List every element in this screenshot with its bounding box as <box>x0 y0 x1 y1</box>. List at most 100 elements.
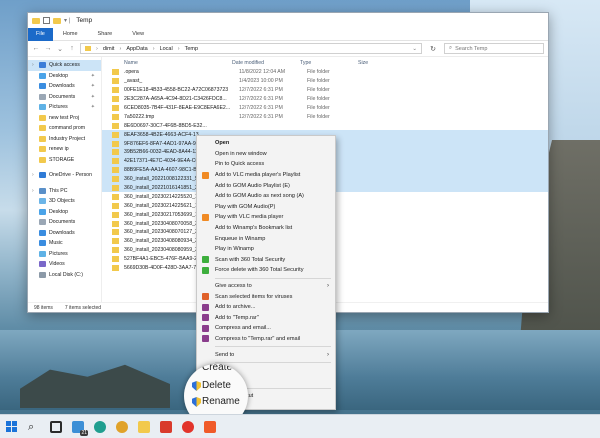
chevron-right-icon[interactable]: › <box>32 62 36 68</box>
folder-icon <box>112 113 119 120</box>
file-type: File folder <box>307 78 330 85</box>
chrome-icon[interactable] <box>116 420 128 433</box>
menu-item-open[interactable]: Open <box>197 138 335 149</box>
nav-item[interactable]: Pictures ✦ <box>28 102 101 113</box>
menu-item-enqueue-in-winamp[interactable]: Enqueue in Winamp <box>197 233 335 244</box>
table-row[interactable]: .opera 11/8/2022 12:04 AM File folder <box>102 68 548 77</box>
winrar-icon <box>202 324 209 332</box>
back-icon[interactable]: ← <box>32 45 40 52</box>
nav-item[interactable]: new test Proj <box>28 113 101 124</box>
table-row[interactable]: 00FE1E18-4B33-4558-BC22-A72C06873723 12/7… <box>102 86 548 95</box>
column-date-modified[interactable]: Date modified <box>232 60 300 66</box>
nav-item[interactable]: Pictures <box>28 249 101 260</box>
title-bar[interactable]: ▾ | Temp <box>28 13 548 28</box>
taskbar-app-icon[interactable] <box>160 420 172 433</box>
folder-icon <box>112 202 119 209</box>
menu-item-open-in-new-window[interactable]: Open in new window <box>197 149 335 160</box>
magnified-create: Create <box>202 364 233 373</box>
disk-icon <box>39 271 46 278</box>
table-row[interactable]: _avast_ 1/4/2023 10:00 PM File folder <box>102 77 548 86</box>
menu-item-add-to-winamp-s-bookmark-list[interactable]: Add to Winamp's Bookmark list <box>197 223 335 234</box>
table-row[interactable]: 8E6D0697-30C7-4F6B-8BD5-E32... <box>102 121 548 130</box>
nav-item[interactable]: › This PC <box>28 186 101 197</box>
column-type[interactable]: Type <box>300 60 358 66</box>
nav-item[interactable]: Documents ✦ <box>28 92 101 103</box>
menu-item-force-delete-with-360-total-security[interactable]: Force delete with 360 Total Security <box>197 265 335 276</box>
checkbox-icon[interactable] <box>43 17 50 24</box>
up-icon[interactable]: ↑ <box>68 45 76 52</box>
menu-item-play-with-vlc-media-player[interactable]: Play with VLC media player <box>197 212 335 223</box>
breadcrumb-dimit[interactable]: dimit <box>103 46 115 52</box>
search-icon[interactable]: ⌕ <box>28 421 40 433</box>
table-row[interactable]: 2E3C287A-A65A-4C94-8D21-C3426FDC8... 12/7… <box>102 95 548 104</box>
menu-item-add-to-temp-rar[interactable]: Add to "Temp.rar" <box>197 313 335 324</box>
folder-icon <box>112 220 119 227</box>
qat-dropdown-icon[interactable]: ▾ | <box>64 17 70 24</box>
tab-home[interactable]: Home <box>53 28 88 41</box>
widgets-icon[interactable]: 21 <box>72 420 88 436</box>
opera-icon[interactable] <box>182 420 194 433</box>
table-row[interactable]: 7a50222.tmp 12/7/2022 6:31 PM File folder <box>102 112 548 121</box>
nav-item[interactable]: › OneDrive - Person <box>28 170 101 181</box>
menu-item-scan-with-360-total-security[interactable]: Scan with 360 Total Security <box>197 255 335 266</box>
menu-item-send-to[interactable]: Send to › <box>197 349 335 360</box>
nav-item[interactable]: Downloads ✦ <box>28 81 101 92</box>
menu-item-add-to-gom-audio-as-next-song-a[interactable]: Add to GOM Audio as next song (A) <box>197 191 335 202</box>
refresh-icon[interactable]: ↻ <box>426 45 440 53</box>
nav-item[interactable]: Documents <box>28 217 101 228</box>
tab-share[interactable]: Share <box>88 28 123 41</box>
task-view-icon[interactable] <box>50 420 62 433</box>
nav-item[interactable]: Desktop <box>28 207 101 218</box>
nav-item[interactable]: Desktop ✦ <box>28 71 101 82</box>
nav-item[interactable]: Videos <box>28 259 101 270</box>
chevron-right-icon[interactable]: › <box>32 172 36 178</box>
menu-item-add-to-archive[interactable]: Add to archive... <box>197 302 335 313</box>
tab-file[interactable]: File <box>28 27 53 41</box>
nav-item[interactable]: 3D Objects <box>28 196 101 207</box>
nav-item[interactable]: command prom <box>28 123 101 134</box>
breadcrumb-temp[interactable]: Temp <box>185 46 198 52</box>
search-box[interactable]: ⌕ <box>444 43 544 54</box>
cloud-icon <box>39 172 46 179</box>
column-name[interactable]: Name <box>112 60 232 66</box>
chevron-right-icon[interactable]: › <box>32 188 36 194</box>
menu-item-label: Enqueue in Winamp <box>215 235 266 242</box>
menu-item-play-with-gom-audio-p[interactable]: Play with GOM Audio(P) <box>197 202 335 213</box>
nav-item[interactable]: › Quick access <box>28 60 101 71</box>
menu-separator <box>215 361 331 363</box>
nav-item[interactable]: Music <box>28 238 101 249</box>
table-row[interactable]: 6CED8035-7B4F-431F-8EAE-E9C8EFA6E2... 12/… <box>102 104 548 113</box>
nav-item[interactable]: STORAGE <box>28 155 101 166</box>
brave-icon[interactable] <box>204 420 216 433</box>
forward-icon[interactable]: → <box>44 45 52 52</box>
address-bar[interactable]: › dimit › AppData › Local › Temp ⌄ <box>80 43 422 54</box>
edge-icon[interactable] <box>94 420 106 433</box>
menu-item-label: Play with GOM Audio(P) <box>215 203 276 210</box>
menu-item-add-to-gom-audio-playlist-e[interactable]: Add to GOM Audio Playlist (E) <box>197 180 335 191</box>
nav-item[interactable]: Downloads <box>28 228 101 239</box>
menu-item-scan-selected-items-for-viruses[interactable]: Scan selected items for viruses <box>197 291 335 302</box>
nav-item-label: Videos <box>49 261 65 268</box>
breadcrumb-appdata[interactable]: AppData <box>126 46 147 52</box>
menu-item-compress-and-email[interactable]: Compress and email... <box>197 323 335 334</box>
address-dropdown-icon[interactable]: ⌄ <box>412 46 417 52</box>
magnified-delete[interactable]: Delete <box>202 380 231 391</box>
search-input[interactable] <box>455 45 536 52</box>
nav-item[interactable]: renew ip <box>28 144 101 155</box>
menu-item-play-in-winamp[interactable]: Play in Winamp <box>197 244 335 255</box>
menu-item-pin-to-quick-access[interactable]: Pin to Quick access <box>197 159 335 170</box>
nav-item[interactable]: Local Disk (C:) <box>28 270 101 281</box>
tab-view[interactable]: View <box>122 28 154 41</box>
start-icon[interactable] <box>6 420 18 433</box>
magnified-rename[interactable]: Rename <box>202 396 240 407</box>
recent-dropdown-icon[interactable]: ⌄ <box>56 45 64 53</box>
menu-item-compress-to-temp-rar-and-email[interactable]: Compress to "Temp.rar" and email <box>197 334 335 345</box>
breadcrumb-local[interactable]: Local <box>160 46 173 52</box>
menu-item-add-to-vlc-media-player-s-playlist[interactable]: Add to VLC media player's Playlist <box>197 170 335 181</box>
column-size[interactable]: Size <box>358 60 398 66</box>
nav-item[interactable]: Industry Project <box>28 134 101 145</box>
file-explorer-icon[interactable] <box>138 420 150 433</box>
menu-item-give-access-to[interactable]: Give access to › <box>197 281 335 292</box>
documents-icon <box>39 219 46 226</box>
folder-icon[interactable] <box>53 17 61 24</box>
